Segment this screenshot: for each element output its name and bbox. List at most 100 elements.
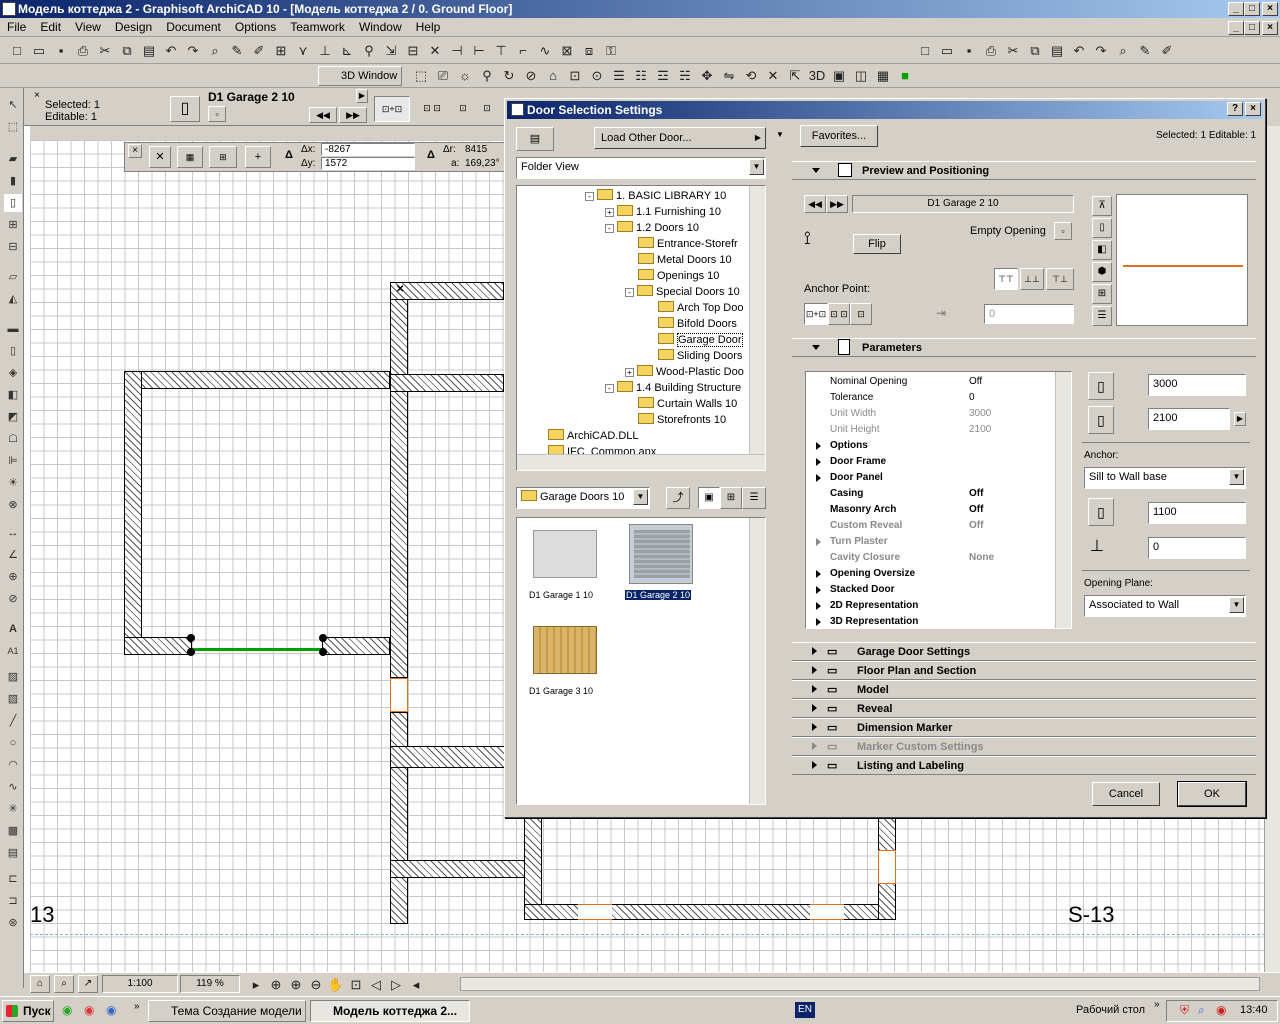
vertical-scrollbar[interactable]: [1264, 126, 1280, 972]
coord-close-icon[interactable]: ×: [128, 144, 142, 158]
status-icon-1[interactable]: ⌂: [30, 975, 50, 993]
empty-opening-toggle[interactable]: ▫: [1054, 222, 1072, 240]
dx-field[interactable]: -8267: [321, 143, 415, 156]
parameters-vscroll[interactable]: [1055, 372, 1071, 628]
param-expand-icon[interactable]: [816, 570, 821, 578]
thumb-image-3[interactable]: [533, 626, 597, 674]
layers-icon-4[interactable]: ☵: [675, 66, 695, 86]
section-header[interactable]: ▭ Dimension Marker: [792, 718, 1256, 737]
next-view-icon[interactable]: ▷: [387, 976, 405, 994]
anchor-position-1-icon[interactable]: ⊤⊤: [994, 268, 1018, 290]
camera-icon[interactable]: ⎚: [433, 66, 453, 86]
param-value[interactable]: 3000: [969, 406, 991, 422]
rotate-icon[interactable]: ⟲: [741, 66, 761, 86]
task-button-2[interactable]: Модель коттеджа 2...: [310, 1000, 470, 1022]
stair-tool-icon[interactable]: ◩: [4, 408, 22, 426]
wall-bottom-left-a[interactable]: [124, 637, 192, 655]
window-opening-2[interactable]: [810, 904, 844, 920]
tree-expander-icon[interactable]: -: [605, 384, 614, 393]
minimize-button[interactable]: _: [1228, 2, 1244, 16]
3d-box-icon[interactable]: ⬚: [411, 66, 431, 86]
grid-display-icon[interactable]: ⊟: [403, 41, 423, 61]
section-tool-icon[interactable]: ⊏: [4, 870, 22, 888]
preview-section-icon[interactable]: ⊞: [1092, 284, 1112, 304]
radial-tool-icon[interactable]: ⊘: [4, 590, 22, 608]
zoom-field[interactable]: 119 %: [180, 975, 240, 993]
anchor-offset-field[interactable]: 0: [984, 304, 1074, 324]
anchor-position-2-icon[interactable]: ⊥⊥: [1020, 268, 1044, 290]
tree-expander-icon[interactable]: -: [625, 288, 634, 297]
pipe-tool-icon[interactable]: ▯: [4, 342, 22, 360]
section-expand-icon[interactable]: [812, 761, 817, 769]
tree-row[interactable]: Arch Top Doo: [645, 300, 743, 316]
param-name[interactable]: Casing: [830, 486, 863, 502]
window-tool-icon[interactable]: ⊞: [4, 216, 22, 234]
maximize-button[interactable]: □: [1244, 2, 1260, 16]
coord-grid-icon[interactable]: ▦: [177, 146, 203, 168]
mirror-icon[interactable]: ⇋: [719, 66, 739, 86]
quicklaunch-2-icon[interactable]: ◉: [84, 1003, 94, 1017]
thumb-label-2[interactable]: D1 Garage 2 10: [625, 590, 692, 600]
label-tool-icon[interactable]: A1: [4, 642, 22, 660]
menu-options[interactable]: Options: [228, 18, 283, 36]
section-expand-icon[interactable]: [812, 723, 817, 731]
wall-top-center[interactable]: [390, 282, 504, 300]
height-arrow-button[interactable]: ▶: [1234, 412, 1246, 426]
fillet-icon[interactable]: ⌐: [513, 41, 533, 61]
zoom-window-icon[interactable]: ⊡: [347, 976, 365, 994]
next-icon[interactable]: ▸: [247, 976, 265, 994]
marquee-tool-icon[interactable]: ⬚: [4, 118, 22, 136]
guide-icon[interactable]: ⋎: [293, 41, 313, 61]
tree-row[interactable]: Storefronts 10: [625, 412, 726, 428]
anchor-sel-3-icon[interactable]: ⊡: [452, 96, 474, 122]
split-icon[interactable]: ⊢: [469, 41, 489, 61]
tray-shield-icon[interactable]: ⛨: [1180, 1003, 1189, 1018]
wall-tool-icon[interactable]: ▰: [4, 150, 22, 168]
doc-restore-button[interactable]: □: [1244, 21, 1260, 35]
desktop-more-icon[interactable]: »: [1154, 999, 1160, 1010]
param-name[interactable]: Options: [830, 438, 868, 454]
prev-door-button[interactable]: ◀◀: [804, 195, 826, 213]
param-expand-icon[interactable]: [816, 618, 821, 626]
camera-tool-icon[interactable]: ⊗: [4, 496, 22, 514]
zoom-in-icon[interactable]: ⊕: [287, 976, 305, 994]
param-name[interactable]: Door Panel: [830, 470, 883, 486]
coord-x-icon[interactable]: ✕: [149, 146, 171, 168]
fill-tool-icon[interactable]: ▨: [4, 668, 22, 686]
info-option-button[interactable]: ▫: [208, 106, 226, 122]
wall-top-left[interactable]: [124, 371, 390, 389]
prev-view-icon[interactable]: ◁: [367, 976, 385, 994]
anchor-position-3-icon[interactable]: ⊤⊥: [1046, 268, 1074, 290]
arrow-tool-icon[interactable]: ↖: [4, 96, 22, 114]
mesh-tool-icon[interactable]: ◈: [4, 364, 22, 382]
open-file-icon-2[interactable]: ▭: [937, 41, 957, 61]
param-name[interactable]: Stacked Door: [830, 582, 894, 598]
desktop-toolbar-label[interactable]: Рабочий стол: [1076, 1004, 1145, 1016]
thumbnail-vscroll[interactable]: [749, 518, 765, 804]
tree-row[interactable]: - 1. BASIC LIBRARY 10: [585, 188, 726, 204]
section-expand-icon[interactable]: [812, 647, 817, 655]
coord-origin-icon[interactable]: +: [245, 146, 271, 168]
adjust-icon[interactable]: ⊤: [491, 41, 511, 61]
door-tool-icon[interactable]: ▯: [4, 194, 22, 212]
print-icon-2[interactable]: ⎙: [981, 41, 1001, 61]
layers-icon-3[interactable]: ☲: [653, 66, 673, 86]
new-file-icon-2[interactable]: □: [915, 41, 935, 61]
layers-icon-2[interactable]: ☷: [631, 66, 651, 86]
preview-3d-icon[interactable]: ⬢: [1092, 262, 1112, 282]
param-name[interactable]: Turn Plaster: [830, 534, 888, 550]
cancel-button[interactable]: Cancel: [1092, 782, 1160, 806]
detail-icon[interactable]: ⊙: [587, 66, 607, 86]
dimension-tool-icon[interactable]: ↔: [4, 524, 22, 542]
param-value[interactable]: Off: [969, 502, 983, 518]
roof-tool-icon[interactable]: ◭: [4, 290, 22, 308]
section-header[interactable]: ▭ Reveal: [792, 699, 1256, 718]
pick-icon[interactable]: ✎: [227, 41, 247, 61]
move-icon[interactable]: ✥: [697, 66, 717, 86]
snap-icon[interactable]: ⊾: [337, 41, 357, 61]
wall-bottom-left-b[interactable]: [322, 637, 390, 655]
delete-icon[interactable]: ✕: [425, 41, 445, 61]
tree-hscroll[interactable]: [517, 454, 765, 470]
tree-row[interactable]: ArchiCAD.DLL: [535, 428, 639, 444]
line-tool-icon[interactable]: ╱: [4, 712, 22, 730]
